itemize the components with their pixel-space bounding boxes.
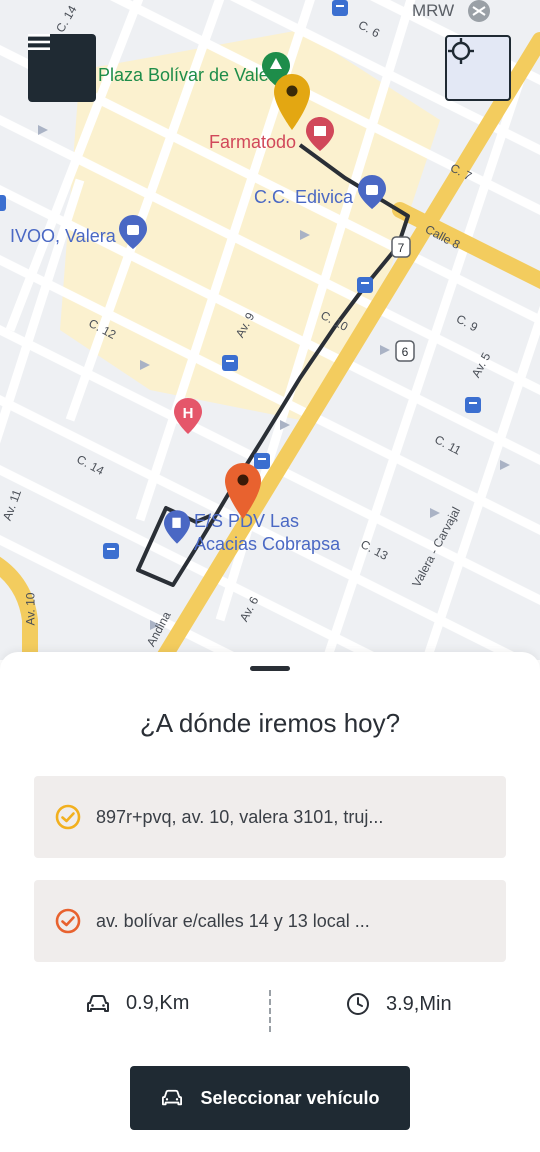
crosshair-locate-icon (448, 38, 474, 64)
my-location-button[interactable] (445, 35, 511, 101)
distance-value: 0.9,Km (126, 992, 190, 1014)
svg-text:H: H (183, 405, 194, 422)
poi-plaza-bolivar: Plaza Bolívar de Valera (98, 65, 285, 85)
origin-check-circle-icon (55, 804, 81, 830)
metrics-divider (269, 990, 271, 1032)
select-vehicle-button[interactable]: Seleccionar vehículo (130, 1066, 410, 1130)
distance-metric: 0.9,Km (86, 992, 189, 1015)
route-shield-7: 7 (391, 236, 411, 258)
mrw-pin-icon (468, 0, 490, 22)
svg-text:6: 6 (402, 345, 409, 359)
poi-edivica: C.C. Edivica (254, 187, 354, 207)
duration-metric: 3.9,Min (346, 992, 452, 1016)
origin-address-field[interactable]: 897r+pvq, av. 10, valera 3101, truj... (34, 776, 506, 858)
origin-address-text: 897r+pvq, av. 10, valera 3101, truj... (96, 806, 384, 827)
poi-farmatodo: Farmatodo (209, 132, 297, 152)
svg-text:7: 7 (398, 241, 405, 255)
clock-icon (347, 993, 369, 1015)
map-view[interactable]: 7 6 Plaza Bolívar de Valera Farmatodo C.… (0, 0, 540, 660)
hamburger-menu-icon (28, 34, 50, 50)
shopping-pin-icon (306, 117, 334, 151)
destination-check-circle-icon (55, 908, 81, 934)
select-vehicle-label: Seleccionar vehículo (200, 1087, 380, 1108)
street-label-av10: Av. 10 (23, 592, 38, 626)
duration-value: 3.9,Min (386, 992, 452, 1015)
gas-station-pin-icon (164, 510, 190, 544)
destination-address-field[interactable]: av. bolívar e/calles 14 y 13 local ... (34, 880, 506, 962)
shopping-bag-pin-icon (358, 175, 386, 209)
sheet-drag-handle[interactable] (250, 666, 290, 671)
route-shield-6: 6 (395, 340, 415, 362)
poi-gas-station-line2: Acacias Cobrapsa (194, 534, 341, 554)
poi-mrw: MRW (412, 1, 455, 20)
menu-button[interactable] (28, 34, 96, 102)
origin-pin-icon (274, 74, 310, 130)
shopping-bag-pin-icon-2 (119, 215, 147, 249)
trip-bottom-sheet: ¿A dónde iremos hoy? 897r+pvq, av. 10, v… (0, 652, 540, 1152)
sheet-title: ¿A dónde iremos hoy? (139, 708, 401, 738)
hospital-pin-icon: H (174, 398, 202, 434)
destination-address-text: av. bolívar e/calles 14 y 13 local ... (96, 910, 370, 931)
destination-pin-icon (225, 463, 261, 519)
poi-ivoo: IVOO, Valera (10, 226, 116, 246)
car-icon (87, 994, 109, 1012)
car-icon (162, 1089, 183, 1106)
